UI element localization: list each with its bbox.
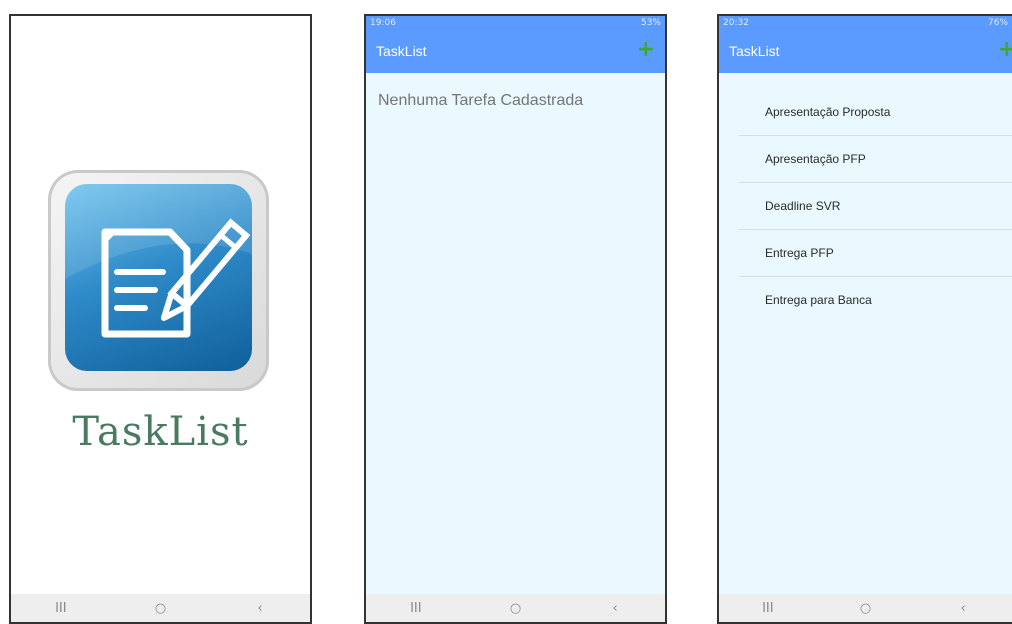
battery-level: 76% bbox=[987, 18, 1008, 28]
app-title: TaskList bbox=[729, 43, 780, 59]
app-bar: TaskList + bbox=[366, 30, 665, 73]
content-area: Apresentação Proposta Apresentação PFP D… bbox=[719, 73, 1012, 594]
status-time: 20:32 bbox=[723, 18, 749, 28]
recents-icon[interactable]: III bbox=[748, 601, 788, 616]
recents-icon[interactable]: III bbox=[396, 601, 436, 616]
system-navbar: III ○ ‹ bbox=[719, 594, 1012, 622]
system-navbar: III ○ ‹ bbox=[366, 594, 665, 622]
empty-list-screen: 19:06 53% TaskList + Nenhuma Tarefa Cada… bbox=[364, 14, 667, 624]
splash-title: TaskList bbox=[72, 409, 249, 455]
back-icon[interactable]: ‹ bbox=[943, 601, 983, 616]
recents-icon[interactable]: III bbox=[41, 601, 81, 616]
list-item[interactable]: Entrega para Banca bbox=[739, 277, 1012, 324]
list-item[interactable]: Entrega PFP bbox=[739, 230, 1012, 277]
app-logo bbox=[48, 170, 269, 391]
list-item[interactable]: Apresentação PFP bbox=[739, 136, 1012, 183]
home-icon[interactable]: ○ bbox=[495, 601, 535, 616]
list-item[interactable]: Apresentação Proposta bbox=[739, 89, 1012, 136]
document-pencil-icon bbox=[65, 184, 252, 371]
app-bar: TaskList + bbox=[719, 30, 1012, 73]
task-list: Apresentação Proposta Apresentação PFP D… bbox=[739, 89, 1012, 324]
empty-message: Nenhuma Tarefa Cadastrada bbox=[378, 92, 584, 109]
plus-icon[interactable]: + bbox=[637, 30, 655, 70]
back-icon[interactable]: ‹ bbox=[240, 601, 280, 616]
home-icon[interactable]: ○ bbox=[140, 601, 180, 616]
splash-screen: TaskList III ○ ‹ bbox=[9, 14, 312, 624]
status-bar: 20:32 76% bbox=[719, 16, 1012, 30]
task-list-screen: 20:32 76% TaskList + Apresentação Propos… bbox=[717, 14, 1012, 624]
status-bar: 19:06 53% bbox=[366, 16, 665, 30]
status-time: 19:06 bbox=[370, 18, 396, 28]
battery-level: 53% bbox=[640, 18, 661, 28]
home-icon[interactable]: ○ bbox=[845, 601, 885, 616]
app-title: TaskList bbox=[376, 43, 427, 59]
list-item[interactable]: Deadline SVR bbox=[739, 183, 1012, 230]
back-icon[interactable]: ‹ bbox=[595, 601, 635, 616]
content-area: Nenhuma Tarefa Cadastrada bbox=[366, 73, 665, 594]
system-navbar: III ○ ‹ bbox=[11, 594, 310, 622]
plus-icon[interactable]: + bbox=[998, 30, 1012, 70]
